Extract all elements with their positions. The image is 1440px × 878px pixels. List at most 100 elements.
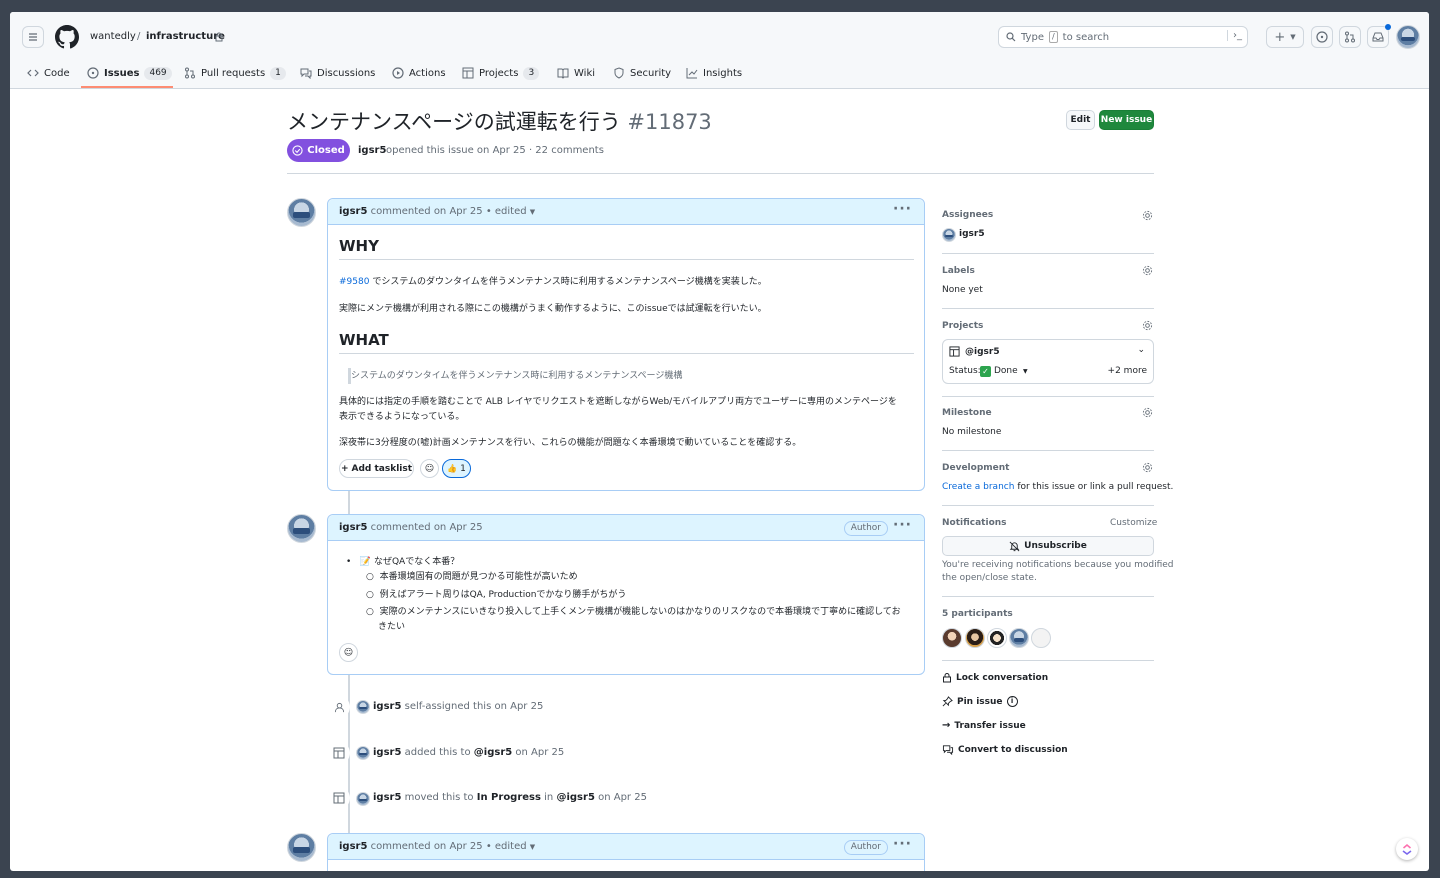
- gear-icon[interactable]: [1142, 320, 1153, 331]
- customize-link[interactable]: Customize: [1110, 518, 1157, 528]
- event-target[interactable]: @igsr5: [556, 792, 594, 803]
- create-new-button[interactable]: + ▼: [1266, 26, 1304, 48]
- development-heading[interactable]: Development: [942, 463, 1009, 473]
- tab-security[interactable]: Security: [613, 65, 671, 81]
- avatar[interactable]: [356, 700, 370, 714]
- event-user[interactable]: igsr5: [373, 792, 401, 803]
- participant-avatar[interactable]: [1009, 628, 1029, 648]
- comment-options-icon[interactable]: ···: [893, 517, 912, 533]
- chevron-down-icon[interactable]: ▼: [530, 843, 535, 851]
- info-icon[interactable]: i: [1006, 696, 1018, 707]
- org-link[interactable]: wantedly: [90, 31, 136, 42]
- create-branch-link[interactable]: Create a branch: [942, 482, 1014, 492]
- chevron-down-icon[interactable]: ▼: [530, 208, 535, 216]
- avatar[interactable]: [287, 514, 316, 543]
- chevron-down-icon[interactable]: ⌄: [1137, 345, 1145, 355]
- pin-label: Pin issue: [957, 696, 1003, 707]
- avatar[interactable]: [356, 792, 370, 806]
- labels-heading[interactable]: Labels: [942, 266, 975, 276]
- tab-label: Actions: [409, 67, 446, 79]
- comment-meta[interactable]: commented on Apr 25 • edited: [371, 206, 527, 217]
- tab-discussions[interactable]: Discussions: [300, 65, 375, 81]
- comment-author[interactable]: igsr5: [339, 206, 367, 217]
- participant-avatar[interactable]: [942, 628, 962, 648]
- tab-wiki[interactable]: Wiki: [557, 65, 595, 81]
- discussion-icon: [300, 68, 312, 79]
- tab-projects[interactable]: Projects 3: [462, 65, 540, 81]
- event-tail: on Apr 25: [515, 747, 565, 758]
- comment-author[interactable]: igsr5: [339, 841, 367, 852]
- pull-requests-button[interactable]: [1339, 26, 1361, 48]
- tab-actions[interactable]: Actions: [392, 65, 446, 81]
- projects-heading[interactable]: Projects: [942, 321, 983, 331]
- add-reaction-button[interactable]: ☺: [339, 643, 358, 662]
- event-user[interactable]: igsr5: [373, 701, 401, 712]
- comment-author[interactable]: igsr5: [339, 522, 367, 533]
- gear-icon[interactable]: [1142, 265, 1153, 276]
- add-reaction-button[interactable]: ☺: [420, 459, 439, 478]
- git-pull-request-icon: [1345, 31, 1355, 43]
- user-avatar[interactable]: [1396, 25, 1420, 49]
- gear-icon[interactable]: [1142, 462, 1153, 473]
- clickup-extension-icon[interactable]: [1396, 838, 1418, 860]
- pin-issue-button[interactable]: Pin issue i: [942, 696, 1018, 707]
- project-status[interactable]: Done: [994, 366, 1018, 376]
- timeline-event: igsr5 moved this to In Progress in @igsr…: [373, 792, 647, 803]
- comment-meta[interactable]: commented on Apr 25: [371, 522, 483, 533]
- pr-icon: [185, 67, 195, 79]
- avatar[interactable]: [287, 198, 316, 227]
- milestone-heading[interactable]: Milestone: [942, 408, 992, 418]
- unsubscribe-button[interactable]: Unsubscribe: [942, 536, 1154, 556]
- gear-icon[interactable]: [1142, 407, 1153, 418]
- inbox-button[interactable]: [1367, 24, 1391, 48]
- assignees-heading[interactable]: Assignees: [942, 210, 993, 220]
- edit-button[interactable]: Edit: [1066, 110, 1095, 130]
- triangle-down-icon[interactable]: ▼: [1023, 368, 1028, 375]
- convert-to-discussion-button[interactable]: Convert to discussion: [942, 744, 1068, 755]
- gear-icon[interactable]: [1142, 210, 1153, 221]
- comment-meta[interactable]: commented on Apr 25 • edited: [371, 841, 527, 852]
- participant-avatar[interactable]: [1031, 628, 1051, 648]
- github-logo-icon[interactable]: [55, 25, 79, 49]
- bell-slash-icon: [1009, 541, 1020, 551]
- event-target[interactable]: @igsr5: [474, 747, 512, 758]
- tab-code[interactable]: Code: [27, 65, 70, 81]
- issues-button[interactable]: [1311, 26, 1333, 48]
- participant-avatar[interactable]: [987, 628, 1007, 648]
- search-placeholder-type: Type: [1021, 31, 1044, 43]
- new-issue-button[interactable]: New issue: [1099, 110, 1154, 130]
- avatar[interactable]: [287, 833, 316, 862]
- tab-label: Code: [44, 67, 70, 79]
- more-projects-link[interactable]: +2 more: [1108, 366, 1147, 376]
- transfer-issue-button[interactable]: → Transfer issue: [942, 720, 1026, 731]
- command-palette-icon[interactable]: ›_: [1227, 30, 1242, 41]
- comment-header-text: igsr5 commented on Apr 25: [339, 522, 483, 533]
- avatar[interactable]: [356, 746, 370, 760]
- active-tab-underline: [81, 86, 173, 88]
- tab-issues[interactable]: Issues 469: [87, 65, 172, 81]
- issue-closed-icon: [292, 145, 303, 156]
- status-badge: Closed: [287, 139, 350, 162]
- search-input[interactable]: Type / to search ›_: [998, 26, 1248, 48]
- issue-ref-link[interactable]: #9580: [339, 277, 369, 287]
- menu-button[interactable]: [22, 26, 44, 48]
- event-user[interactable]: igsr5: [373, 747, 401, 758]
- add-tasklist-button[interactable]: + Add tasklist: [339, 459, 414, 478]
- table-icon: [328, 742, 350, 764]
- tab-label: Projects: [479, 67, 519, 79]
- lock-conversation-button[interactable]: Lock conversation: [942, 672, 1048, 683]
- comment-options-icon[interactable]: ···: [893, 836, 912, 852]
- tab-pull-requests[interactable]: Pull requests 1: [184, 65, 286, 81]
- tab-insights[interactable]: Insights: [686, 65, 742, 81]
- issue-author[interactable]: igsr5: [358, 145, 386, 156]
- participant-avatar[interactable]: [965, 628, 985, 648]
- project-name[interactable]: @igsr5: [965, 347, 1000, 357]
- repo-link[interactable]: infrastructure: [146, 31, 225, 42]
- reaction-thumbsup[interactable]: 👍 1: [442, 459, 471, 478]
- arrow-right-icon: →: [942, 720, 951, 731]
- comment-options-icon[interactable]: ···: [893, 201, 912, 217]
- sidebar-divider: [942, 596, 1154, 597]
- notifications-reason-2: the open/close state.: [942, 573, 1037, 583]
- avatar[interactable]: [942, 228, 956, 242]
- assignee-name[interactable]: igsr5: [959, 229, 985, 239]
